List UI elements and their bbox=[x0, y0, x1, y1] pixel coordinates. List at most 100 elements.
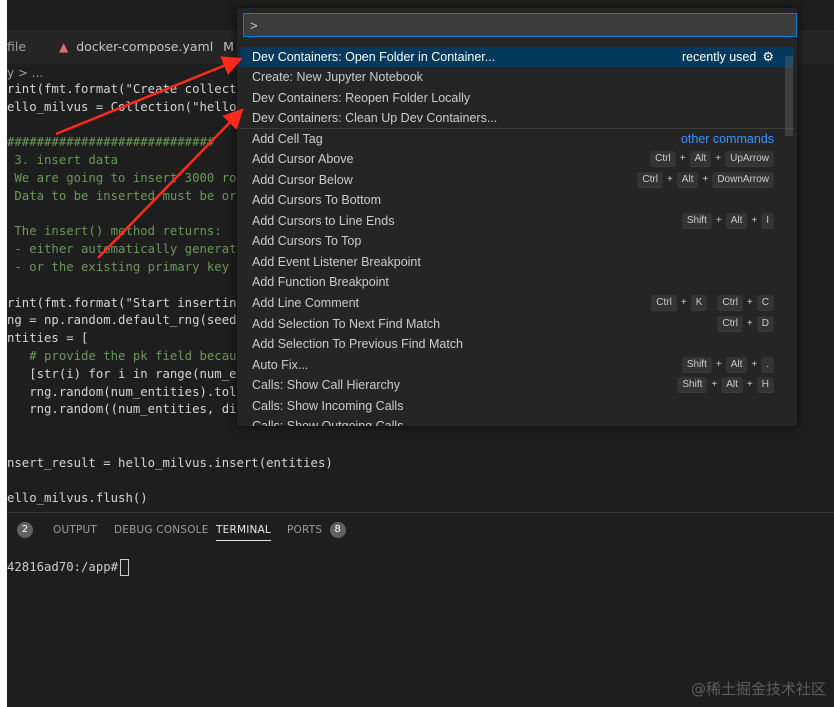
command-label: Add Selection To Previous Find Match bbox=[252, 337, 463, 351]
key-plus: + bbox=[746, 379, 753, 390]
keybinding-key: Ctrl bbox=[637, 172, 663, 188]
command-item[interactable]: Add Cursors To Bottom bbox=[240, 190, 794, 210]
tab-terminal[interactable]: TERMINAL bbox=[216, 513, 271, 547]
command-label: Add Cursor Above bbox=[252, 152, 354, 166]
command-label: Calls: Show Call Hierarchy bbox=[252, 378, 400, 392]
command-item[interactable]: Calls: Show Incoming Calls bbox=[240, 396, 794, 416]
keybinding-key: Ctrl bbox=[650, 151, 676, 167]
code-line: rng.random(num_entities).tol bbox=[7, 384, 237, 399]
command-label: Dev Containers: Clean Up Dev Containers.… bbox=[252, 111, 498, 125]
command-item[interactable]: Add Event Listener Breakpoint bbox=[240, 252, 794, 272]
command-label: Create: New Jupyter Notebook bbox=[252, 70, 423, 84]
code-line: nsert_result = hello_milvus.insert(entit… bbox=[7, 455, 333, 470]
command-item[interactable]: Add Cursor Below Ctrl + Alt + DownArrow bbox=[240, 170, 794, 190]
keybinding-key: Shift bbox=[681, 357, 712, 373]
code-line: ng = np.random.default_rng(seed bbox=[7, 313, 237, 328]
keybinding-key: . bbox=[761, 357, 774, 373]
keybinding-key: Shift bbox=[681, 213, 712, 229]
command-item[interactable]: Dev Containers: Open Folder in Container… bbox=[240, 47, 794, 67]
terminal-output[interactable]: 42816ad70:/app# bbox=[7, 559, 130, 576]
command-label: Add Cell Tag bbox=[252, 132, 323, 146]
key-plus: + bbox=[666, 174, 673, 185]
command-item[interactable]: Add Selection To Previous Find Match bbox=[240, 334, 794, 354]
keybinding-key: UpArrow bbox=[725, 151, 774, 167]
command-item[interactable]: Calls: Show Call Hierarchy Shift + Alt + H bbox=[240, 375, 794, 395]
problems-badge[interactable]: 2 bbox=[17, 513, 33, 547]
keybinding: Ctrl + D bbox=[717, 316, 774, 332]
keybinding-key: Alt bbox=[689, 151, 712, 167]
gear-icon[interactable]: ⚙ bbox=[762, 47, 774, 67]
command-label: Add Cursors To Top bbox=[252, 234, 362, 248]
code-line: 3. insert data bbox=[7, 153, 119, 168]
command-item[interactable]: Dev Containers: Clean Up Dev Containers.… bbox=[240, 108, 794, 128]
tab-file[interactable]: file bbox=[7, 30, 26, 64]
key-plus: + bbox=[746, 318, 753, 329]
command-item[interactable]: Calls: Show Outgoing Calls bbox=[240, 416, 794, 426]
tab-ports[interactable]: PORTS 8 bbox=[287, 513, 346, 547]
command-label: Dev Containers: Reopen Folder Locally bbox=[252, 91, 471, 105]
tab-ports-label: PORTS bbox=[287, 524, 323, 536]
code-line: [str(i) for i in range(num_e bbox=[7, 366, 237, 381]
command-item[interactable]: Add Cursor Above Ctrl + Alt + UpArrow bbox=[240, 149, 794, 169]
keybinding-key: Alt bbox=[725, 357, 748, 373]
modified-indicator: M bbox=[223, 39, 234, 54]
key-plus: + bbox=[679, 153, 686, 164]
key-plus: + bbox=[746, 297, 753, 308]
recently-used-label: recently used ⚙ bbox=[682, 47, 774, 67]
command-item[interactable]: Add Cursors To Top bbox=[240, 231, 794, 251]
keybinding-key: DownArrow bbox=[712, 172, 774, 188]
key-plus: + bbox=[680, 297, 687, 308]
keybinding: Ctrl + K Ctrl + C bbox=[651, 295, 774, 311]
tab-docker-compose[interactable]: ▲ docker-compose.yaml M bbox=[59, 30, 234, 64]
palette-scrollbar[interactable] bbox=[785, 56, 793, 136]
keybinding-key: I bbox=[761, 213, 774, 229]
keybinding-key: H bbox=[756, 377, 774, 393]
command-item[interactable]: Add Function Breakpoint bbox=[240, 272, 794, 292]
other-commands-label: other commands bbox=[680, 132, 774, 146]
code-line: - or the existing primary key bbox=[7, 260, 230, 274]
recently-used-text: recently used bbox=[681, 50, 757, 64]
ports-count-badge: 8 bbox=[329, 522, 346, 538]
code-line: # provide the pk field becau bbox=[7, 349, 237, 363]
code-line: rint(fmt.format("Create collect bbox=[7, 82, 237, 96]
terminal-prompt: 42816ad70:/app# bbox=[7, 560, 119, 574]
keybinding-key: Ctrl bbox=[717, 316, 743, 332]
watermark: @稀土掘金技术社区 bbox=[690, 680, 826, 698]
tab-output[interactable]: OUTPUT bbox=[53, 513, 97, 547]
keybinding: Shift + Alt +. bbox=[681, 357, 774, 373]
command-item[interactable]: Create: New Jupyter Notebook bbox=[240, 67, 794, 87]
code-line: The insert() method returns: bbox=[7, 224, 222, 239]
key-plus: + bbox=[715, 153, 722, 164]
keybinding-key: Ctrl bbox=[651, 295, 677, 311]
section-separator bbox=[240, 128, 794, 129]
command-item[interactable]: Add Line Comment Ctrl + K Ctrl + C bbox=[240, 293, 794, 313]
command-label: Add Function Breakpoint bbox=[252, 275, 389, 289]
keybinding-key: Alt bbox=[725, 213, 748, 229]
breadcrumb[interactable]: y > ... bbox=[7, 66, 43, 80]
command-label: Calls: Show Outgoing Calls bbox=[252, 419, 404, 426]
terminal-cursor bbox=[120, 559, 130, 576]
keybinding: Ctrl + Alt + DownArrow bbox=[637, 172, 774, 188]
keybinding-key: Ctrl bbox=[717, 295, 743, 311]
key-plus: + bbox=[751, 215, 758, 226]
tab-debug-console[interactable]: DEBUG CONSOLE bbox=[114, 513, 209, 547]
key-plus: + bbox=[711, 379, 718, 390]
keybinding: Shift + Alt + H bbox=[677, 377, 774, 393]
keybinding-key: Shift bbox=[677, 377, 708, 393]
command-palette-input[interactable] bbox=[243, 13, 797, 37]
keybinding-key: C bbox=[756, 295, 774, 311]
tab-file-label: file bbox=[7, 39, 27, 54]
command-item[interactable]: Dev Containers: Reopen Folder Locally bbox=[240, 88, 794, 108]
code-line: ello_milvus.flush() bbox=[7, 491, 148, 506]
command-item[interactable]: Add Selection To Next Find Match Ctrl + D bbox=[240, 314, 794, 334]
code-line: - either automatically generat bbox=[7, 242, 237, 257]
code-line: rint(fmt.format("Start insertin bbox=[7, 295, 237, 310]
command-item[interactable]: Auto Fix... Shift + Alt +. bbox=[240, 355, 794, 375]
docker-icon: ▲ bbox=[59, 40, 69, 54]
code-line: We are going to insert 3000 ro bbox=[7, 171, 237, 185]
command-item[interactable]: Add Cursors to Line Ends Shift + Alt + I bbox=[240, 211, 794, 231]
keybinding: Ctrl + Alt + UpArrow bbox=[650, 151, 774, 167]
command-label: Add Line Comment bbox=[252, 296, 360, 310]
keybinding: Shift + Alt + I bbox=[681, 213, 774, 229]
command-item[interactable]: Add Cell Tag other commands bbox=[240, 129, 794, 149]
